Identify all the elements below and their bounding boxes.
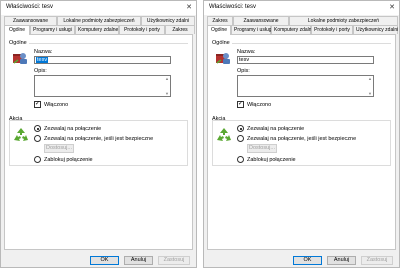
radio-allow-secure-label: Zezwalaj na połączenie, jeśli jest bezpi… [44, 136, 154, 142]
description-label: Opis: [34, 68, 47, 74]
radio-block-label: Zablokuj połączenie [44, 157, 93, 163]
radio-block[interactable] [34, 156, 41, 163]
tab-zakres[interactable]: Zakres [207, 16, 233, 25]
description-field[interactable]: ▲ ▼ [34, 75, 171, 97]
radio-block[interactable] [237, 156, 244, 163]
tab-ogolne[interactable]: Ogólne [4, 25, 30, 35]
scroll-up-icon[interactable]: ▲ [165, 76, 169, 81]
radio-allow[interactable] [237, 125, 244, 132]
name-value: tesv [239, 57, 250, 63]
tab-protokoly-porty[interactable]: Protokoły i porty [119, 25, 165, 34]
close-icon[interactable]: ✕ [389, 3, 395, 11]
tab-panel-general: Ogólne Nazwa: tesv Opis: ▲ ▼ ✓ Włączono … [4, 34, 193, 250]
tab-uzytkownicy-zdalni[interactable]: Użytkownicy zdalni [141, 16, 195, 25]
enabled-label: Włączono [247, 102, 272, 108]
title-bar: Właściwości: tesv ✕ [204, 1, 399, 15]
cancel-button[interactable]: Anuluj [327, 256, 356, 265]
tab-ogolne[interactable]: Ogólne [207, 25, 231, 35]
customize-button[interactable]: Dostosuj... [247, 144, 277, 153]
group-label-general: Ogólne [212, 40, 230, 46]
scroll-up-icon[interactable]: ▲ [368, 76, 372, 81]
dialog-title: Właściwości: tesv [6, 4, 54, 10]
tab-programy-uslugi[interactable]: Programy i usługi [30, 25, 75, 34]
name-value: tesv [36, 57, 49, 63]
dialog-title: Właściwości: tesv [209, 4, 257, 10]
tab-zakres[interactable]: Zakres [165, 25, 195, 34]
tab-row-back: Zaawansowane Lokalne podmioty zabezpiecz… [4, 16, 195, 25]
tab-lokalne-podmioty[interactable]: Lokalne podmioty zabezpieczeń [57, 16, 141, 25]
enabled-checkbox[interactable]: ✓ [34, 101, 41, 108]
radio-allow-label: Zezwalaj na połączenie [247, 126, 305, 132]
description-label: Opis: [237, 68, 250, 74]
radio-allow-label: Zezwalaj na połączenie [44, 126, 102, 132]
title-bar: Właściwości: tesv ✕ [1, 1, 196, 15]
scroll-down-icon[interactable]: ▼ [165, 91, 169, 96]
radio-allow-secure[interactable] [237, 135, 244, 142]
tab-row-back: Zakres Zaawansowane Lokalne podmioty zab… [207, 16, 398, 25]
radio-allow-secure-label: Zezwalaj na połączenie, jeśli jest bezpi… [247, 136, 357, 142]
ok-button[interactable]: OK [90, 256, 119, 265]
tab-programy-uslugi[interactable]: Programy i usługi [231, 25, 273, 34]
radio-allow[interactable] [34, 125, 41, 132]
properties-dialog-right: Właściwości: tesv ✕ Zakres Zaawansowane … [203, 0, 400, 268]
close-icon[interactable]: ✕ [186, 3, 192, 11]
radio-block-label: Zablokuj połączenie [247, 157, 296, 163]
tab-panel-general: Ogólne Nazwa: tesv Opis: ▲ ▼ ✓ Włączono … [207, 34, 396, 250]
tab-row-front: Ogólne Programy i usługi Komputery zdaln… [4, 25, 195, 35]
tab-zaawansowane[interactable]: Zaawansowane [233, 16, 289, 25]
tab-komputery-zdalne[interactable]: Komputery zdalne [271, 25, 314, 34]
tab-protokoly-porty[interactable]: Protokoły i porty [311, 25, 353, 34]
recycle-arrows-icon [217, 128, 231, 141]
apply-button[interactable]: Zastosuj [361, 256, 393, 265]
firewall-rule-user-icon [216, 53, 230, 64]
cancel-button[interactable]: Anuluj [124, 256, 153, 265]
tab-row-front: Ogólne Programy i usługi Komputery zdaln… [207, 25, 398, 35]
name-field[interactable]: tesv [34, 56, 171, 64]
name-label: Nazwa: [237, 49, 256, 55]
tab-uzytkownicy-zdalni[interactable]: Użytkownicy zdalni [353, 25, 398, 34]
ok-button[interactable]: OK [293, 256, 322, 265]
recycle-arrows-icon [14, 128, 28, 141]
name-label: Nazwa: [34, 49, 53, 55]
tab-zaawansowane[interactable]: Zaawansowane [4, 16, 57, 25]
enabled-label: Włączono [44, 102, 69, 108]
apply-button[interactable]: Zastosuj [158, 256, 190, 265]
tab-lokalne-podmioty[interactable]: Lokalne podmioty zabezpieczeń [289, 16, 398, 25]
tab-komputery-zdalne[interactable]: Komputery zdalne [75, 25, 119, 34]
group-divider [29, 43, 188, 44]
customize-button[interactable]: Dostosuj... [44, 144, 74, 153]
enabled-checkbox[interactable]: ✓ [237, 101, 244, 108]
group-label-general: Ogólne [9, 40, 27, 46]
properties-dialog-left: Właściwości: tesv ✕ Zaawansowane Lokalne… [0, 0, 197, 268]
name-field[interactable]: tesv [237, 56, 374, 64]
description-field[interactable]: ▲ ▼ [237, 75, 374, 97]
firewall-rule-user-icon [13, 53, 27, 64]
group-divider [232, 43, 391, 44]
scroll-down-icon[interactable]: ▼ [368, 91, 372, 96]
radio-allow-secure[interactable] [34, 135, 41, 142]
